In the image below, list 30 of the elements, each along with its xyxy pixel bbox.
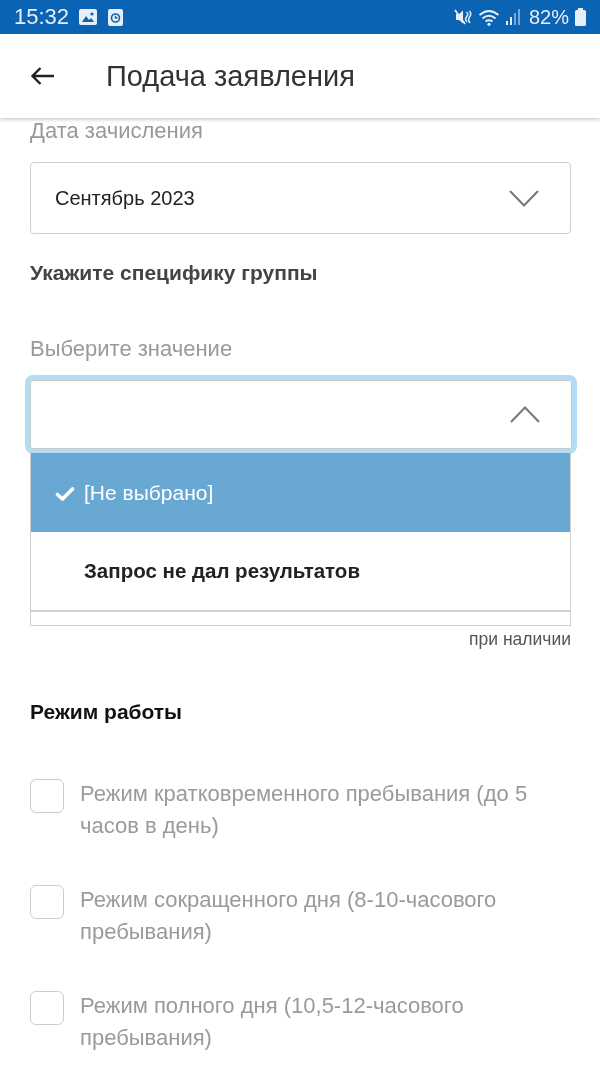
checkbox[interactable]: [30, 779, 64, 813]
checkbox[interactable]: [30, 991, 64, 1025]
battery-icon: [575, 8, 586, 26]
check-icon: [55, 485, 75, 502]
checkbox-label[interactable]: Режим кратковременного пребывания (до 5 часов в день): [80, 778, 555, 842]
chevron-down-icon: [509, 189, 539, 207]
back-arrow-icon: [30, 66, 55, 86]
select-value: Сентябрь 2023: [55, 186, 196, 210]
field-hint: при наличии: [468, 629, 571, 649]
mute-icon: [453, 8, 472, 26]
section-heading: Режим работы: [30, 700, 184, 724]
chevron-up-icon: [510, 406, 540, 423]
checkbox-label[interactable]: Режим полного дня (10,5-12-часового пребывания): [80, 990, 555, 1054]
wifi-icon: [477, 8, 500, 26]
checkbox-label[interactable]: Режим сокращенного дня (8-10-часового пребывания): [80, 884, 555, 948]
screen-title: Подача заявления: [106, 59, 355, 93]
clock-icon: [108, 8, 124, 26]
group-select[interactable]: [25, 375, 577, 454]
battery-percent: 82%: [528, 5, 569, 29]
input-field[interactable]: [30, 612, 571, 626]
image-icon: [79, 9, 98, 25]
clock-time: 15:32: [14, 5, 70, 29]
field-label: Выберите значение: [30, 338, 234, 360]
signal-icon: [505, 9, 520, 25]
section-heading: Укажите специфику группы: [30, 262, 319, 284]
dropdown-option[interactable]: [Не выбрано]: [31, 453, 570, 532]
checkbox[interactable]: [30, 885, 64, 919]
field-label: Дата зачисления: [30, 120, 204, 142]
date-select[interactable]: Сентябрь 2023: [30, 162, 571, 234]
back-button[interactable]: [30, 66, 55, 86]
